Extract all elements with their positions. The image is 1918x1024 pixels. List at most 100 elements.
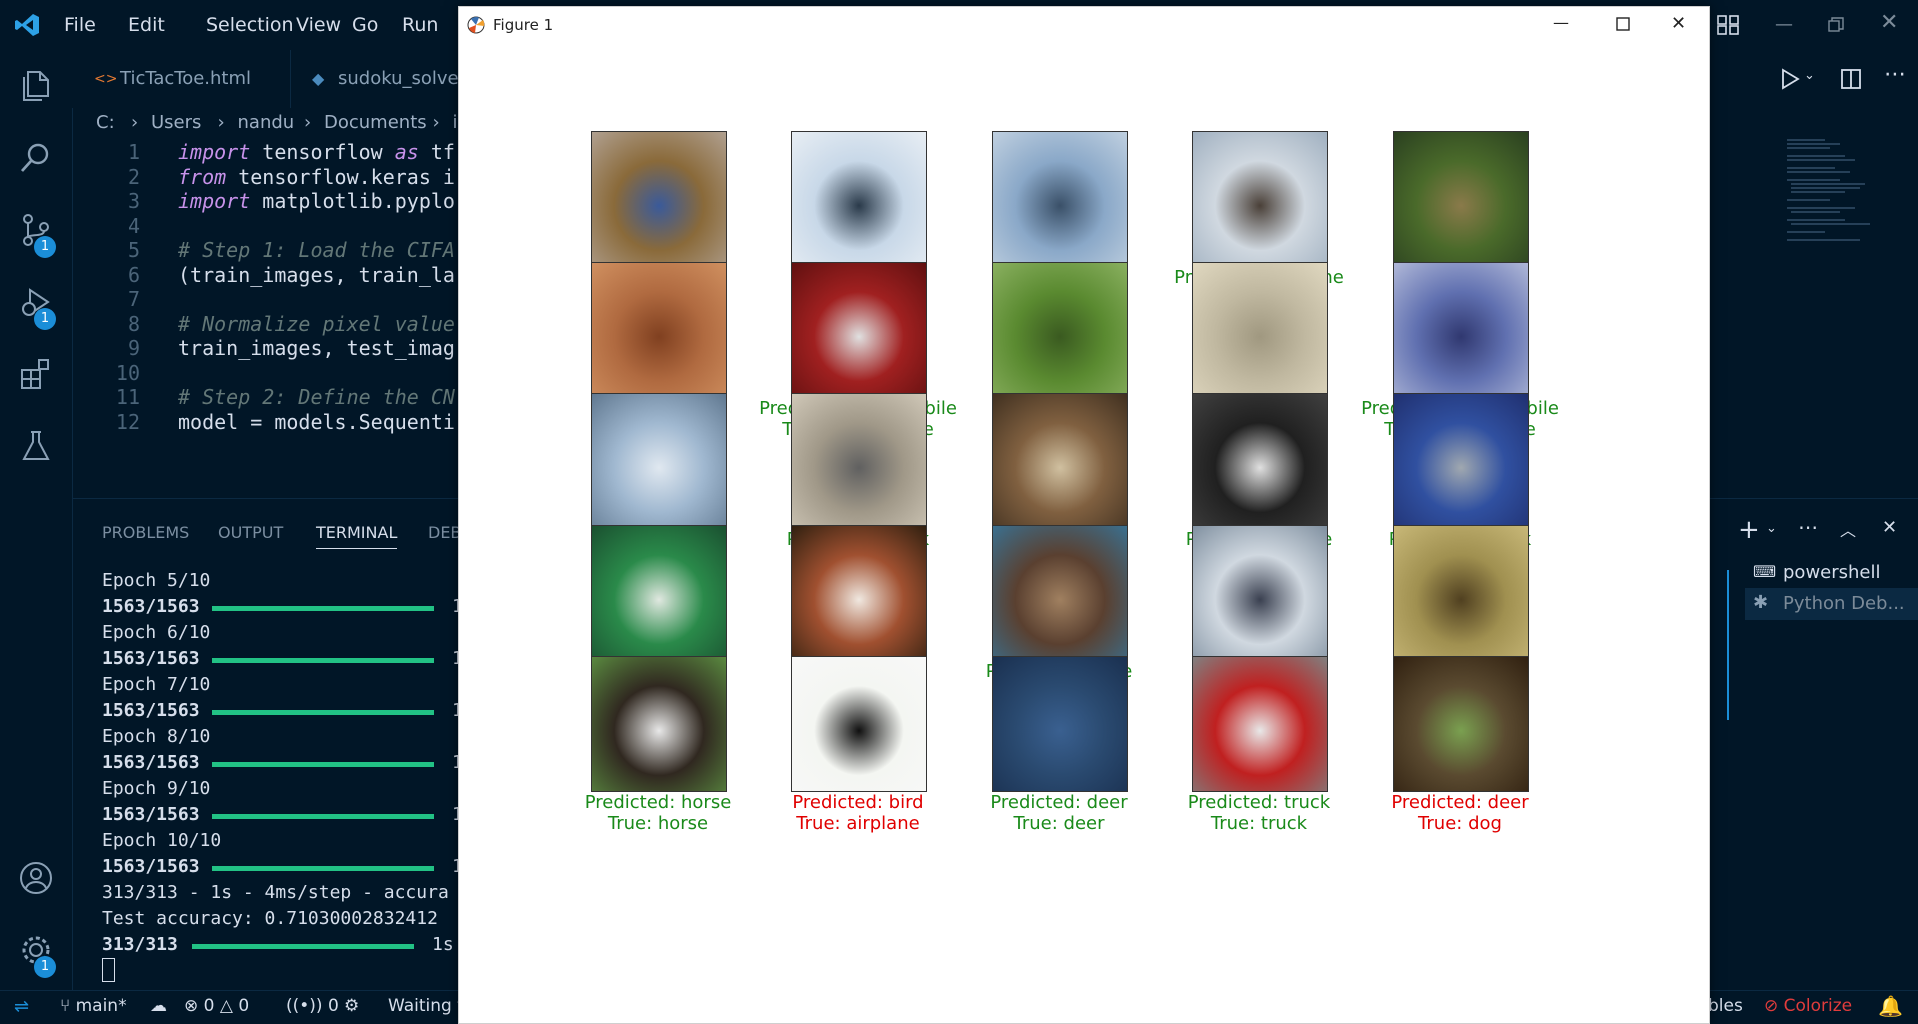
terminal-line: 1563/156311 [102, 596, 474, 617]
split-editor-icon[interactable] [1840, 68, 1862, 90]
tab-sudoku-solver[interactable]: ◆ sudoku_solver [290, 50, 466, 108]
terminal-line: 313/313 1s 4 [102, 934, 475, 955]
account-icon[interactable] [18, 860, 54, 896]
code-editor[interactable]: 1 import tensorflow as tf 2 from tensorflow… [72, 138, 462, 498]
git-branch-icon: ⑂ [60, 996, 76, 1016]
terminal-list-divider [1727, 570, 1729, 720]
menu-go[interactable]: Go [352, 14, 378, 36]
image-thumbnail [992, 262, 1128, 398]
layout-icon[interactable] [1717, 15, 1739, 35]
sync-icon[interactable]: ☁ [150, 996, 167, 1016]
more-actions-icon[interactable]: ⋯ [1884, 62, 1906, 87]
image-thumbnail [591, 525, 727, 661]
line-number: 6 [127, 262, 140, 287]
terminal-text: Epoch 6/10 [102, 622, 211, 643]
testing-flask-icon[interactable] [18, 428, 54, 464]
code-comment: # Step 2: Define the CN [178, 385, 455, 409]
debug-run-icon[interactable]: ⚙ [344, 996, 359, 1016]
figure-window[interactable]: Figure 1 — ✕ Predicted: dogPredicted: sh… [458, 6, 1710, 1024]
minimap[interactable] [1785, 138, 1875, 258]
terminal-line: Epoch 10/10 [102, 830, 221, 851]
code-text: (train_images, train_la [178, 262, 455, 287]
image-thumbnail [591, 262, 727, 398]
tab-problems[interactable]: PROBLEMS [102, 523, 189, 542]
ports-count: 0 [327, 996, 339, 1016]
code-keyword: import [178, 189, 251, 213]
git-branch[interactable]: ⑂ main* [60, 996, 127, 1016]
remote-icon[interactable]: ⇌ [14, 996, 29, 1017]
line-number: 5 [127, 238, 140, 262]
notifications-bell-icon[interactable]: 🔔 [1878, 994, 1903, 1018]
terminal-text: Test accuracy: 0.71030002832412 [102, 908, 438, 929]
true-label: True: horse [607, 813, 709, 834]
colorize-status[interactable]: ⊘ Colorize [1764, 996, 1852, 1016]
breadcrumb-item[interactable]: Documents [324, 112, 427, 133]
vscode-logo-icon [15, 14, 39, 36]
explorer-icon[interactable] [18, 68, 54, 104]
menu-run[interactable]: Run [402, 14, 438, 36]
line-number: 7 [127, 287, 140, 311]
tab-terminal[interactable]: TERMINAL [316, 523, 398, 549]
menu-selection[interactable]: Selection [206, 14, 294, 36]
terminal-text: 313/313 - 1s - 4ms/step - accura [102, 882, 449, 903]
minimize-figure-icon[interactable]: — [1553, 13, 1569, 32]
tab-output[interactable]: OUTPUT [218, 523, 283, 542]
broadcast-icon: ((•)) [286, 996, 323, 1016]
terminal-text: 1563/1563 [102, 752, 200, 773]
chevron-right-icon: › [432, 112, 440, 133]
terminal-item-powershell[interactable]: ⌨ powershell [1753, 560, 1918, 588]
close-figure-icon[interactable]: ✕ [1671, 13, 1686, 34]
terminal-text: 1563/1563 [102, 648, 200, 669]
image-thumbnail [1192, 262, 1328, 398]
image-thumbnail [791, 262, 927, 398]
restore-window-icon[interactable] [1828, 17, 1844, 33]
terminal-list: ⌨ powershell ✱ Python Deb... [1707, 500, 1918, 990]
image-thumbnail [791, 393, 927, 529]
status-right-text[interactable]: bles [1708, 996, 1743, 1016]
terminal-text: 1563/1563 [102, 700, 200, 721]
python-file-icon: ◆ [312, 69, 325, 88]
extensions-icon[interactable] [18, 356, 54, 392]
progress-bar [212, 658, 434, 663]
terminal-text: Epoch 8/10 [102, 726, 211, 747]
activity-bar: 1 1 1 [0, 50, 73, 990]
code-text: model = models.Sequenti [178, 409, 455, 434]
problems-status[interactable]: ⊗ 0 △ 0 [184, 996, 249, 1016]
line-number: 9 [127, 336, 140, 360]
minimize-window-icon[interactable]: — [1775, 14, 1793, 35]
terminal-item-python-debug[interactable]: ✱ Python Deb... [1745, 588, 1918, 620]
search-icon[interactable] [18, 140, 54, 176]
terminal-icon: ⌨ [1753, 562, 1777, 581]
tab-label: sudoku_solver [338, 68, 467, 89]
image-thumbnail [992, 525, 1128, 661]
image-thumbnail [1393, 393, 1529, 529]
line-number: 2 [127, 164, 140, 189]
figure-title-bar: Figure 1 — ✕ [459, 7, 1709, 43]
prediction-label: Predicted: deer [1391, 792, 1529, 813]
progress-bar [212, 606, 434, 611]
terminal-line: 313/313 - 1s - 4ms/step - accura [102, 882, 449, 903]
image-thumbnail [1192, 656, 1328, 792]
html-file-icon: <> [94, 71, 118, 87]
chevron-down-icon[interactable]: ⌄ [1804, 68, 1815, 83]
tab-label: TicTacToe.html [120, 68, 252, 89]
close-window-icon[interactable]: ✕ [1880, 10, 1898, 35]
tab-tictactoe[interactable]: <> TicTacToe.html [72, 50, 291, 108]
progress-bar [192, 944, 414, 949]
breadcrumb-item[interactable]: Users [151, 112, 201, 133]
breadcrumb-item[interactable]: nandu [238, 112, 295, 133]
breadcrumb-item[interactable]: C: [96, 112, 115, 133]
ports-status[interactable]: ((•)) 0 [286, 996, 339, 1016]
chevron-right-icon: › [217, 112, 225, 133]
run-debug-badge: 1 [34, 308, 56, 330]
run-file-icon[interactable] [1780, 68, 1800, 90]
tab-debug-console[interactable]: DEB [428, 523, 461, 542]
source-control-badge: 1 [34, 236, 56, 258]
menu-file[interactable]: File [64, 14, 96, 36]
menu-view[interactable]: View [296, 14, 341, 36]
terminal-text: 313/313 [102, 934, 178, 955]
maximize-figure-icon[interactable] [1616, 17, 1630, 31]
image-thumbnail [591, 131, 727, 267]
menu-edit[interactable]: Edit [128, 14, 165, 36]
chevron-right-icon: › [304, 112, 312, 133]
